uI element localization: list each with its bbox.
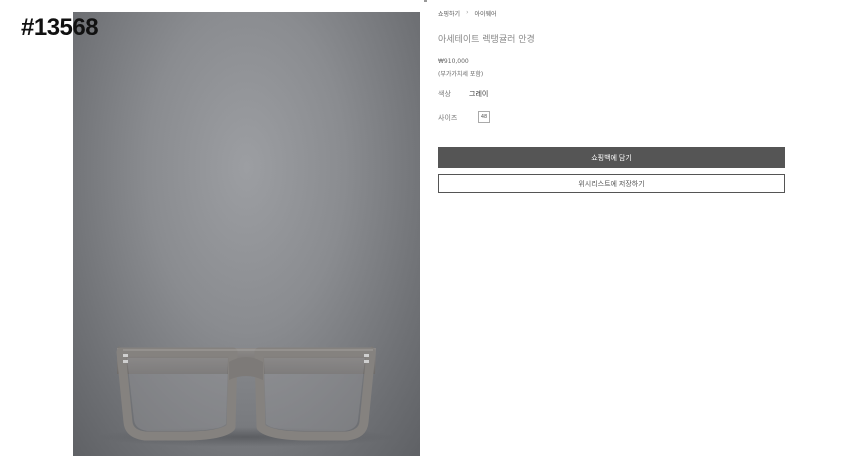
product-price: ₩910,000: [438, 58, 469, 65]
add-to-cart-button[interactable]: 쇼핑백에 담기: [438, 147, 785, 168]
eyeglasses-icon: [96, 346, 396, 447]
breadcrumb-item-eyewear[interactable]: 아이웨어: [475, 9, 497, 18]
vat-note: (부가가치세 포함): [438, 71, 484, 78]
watermark-id: #13568: [21, 14, 99, 41]
breadcrumb-item-shopping[interactable]: 쇼핑하기: [438, 9, 460, 18]
color-value: 그레이: [469, 90, 489, 98]
save-to-wishlist-button[interactable]: 위시리스트에 저장하기: [438, 174, 785, 193]
color-label: 색상: [438, 90, 451, 98]
size-label: 사이즈: [438, 114, 458, 122]
breadcrumb-separator: ›: [466, 9, 469, 16]
breadcrumb: 쇼핑하기 › 아이웨어: [438, 9, 497, 18]
product-image: [73, 12, 420, 456]
product-page: #13568 쇼핑하기 › 아이웨어 아세테이트 렉탱귤러 안경 ₩910,00…: [0, 0, 860, 456]
product-title: 아세테이트 렉탱귤러 안경: [438, 35, 535, 45]
divider-mark: [424, 0, 427, 2]
size-option-48[interactable]: 48: [478, 111, 490, 123]
